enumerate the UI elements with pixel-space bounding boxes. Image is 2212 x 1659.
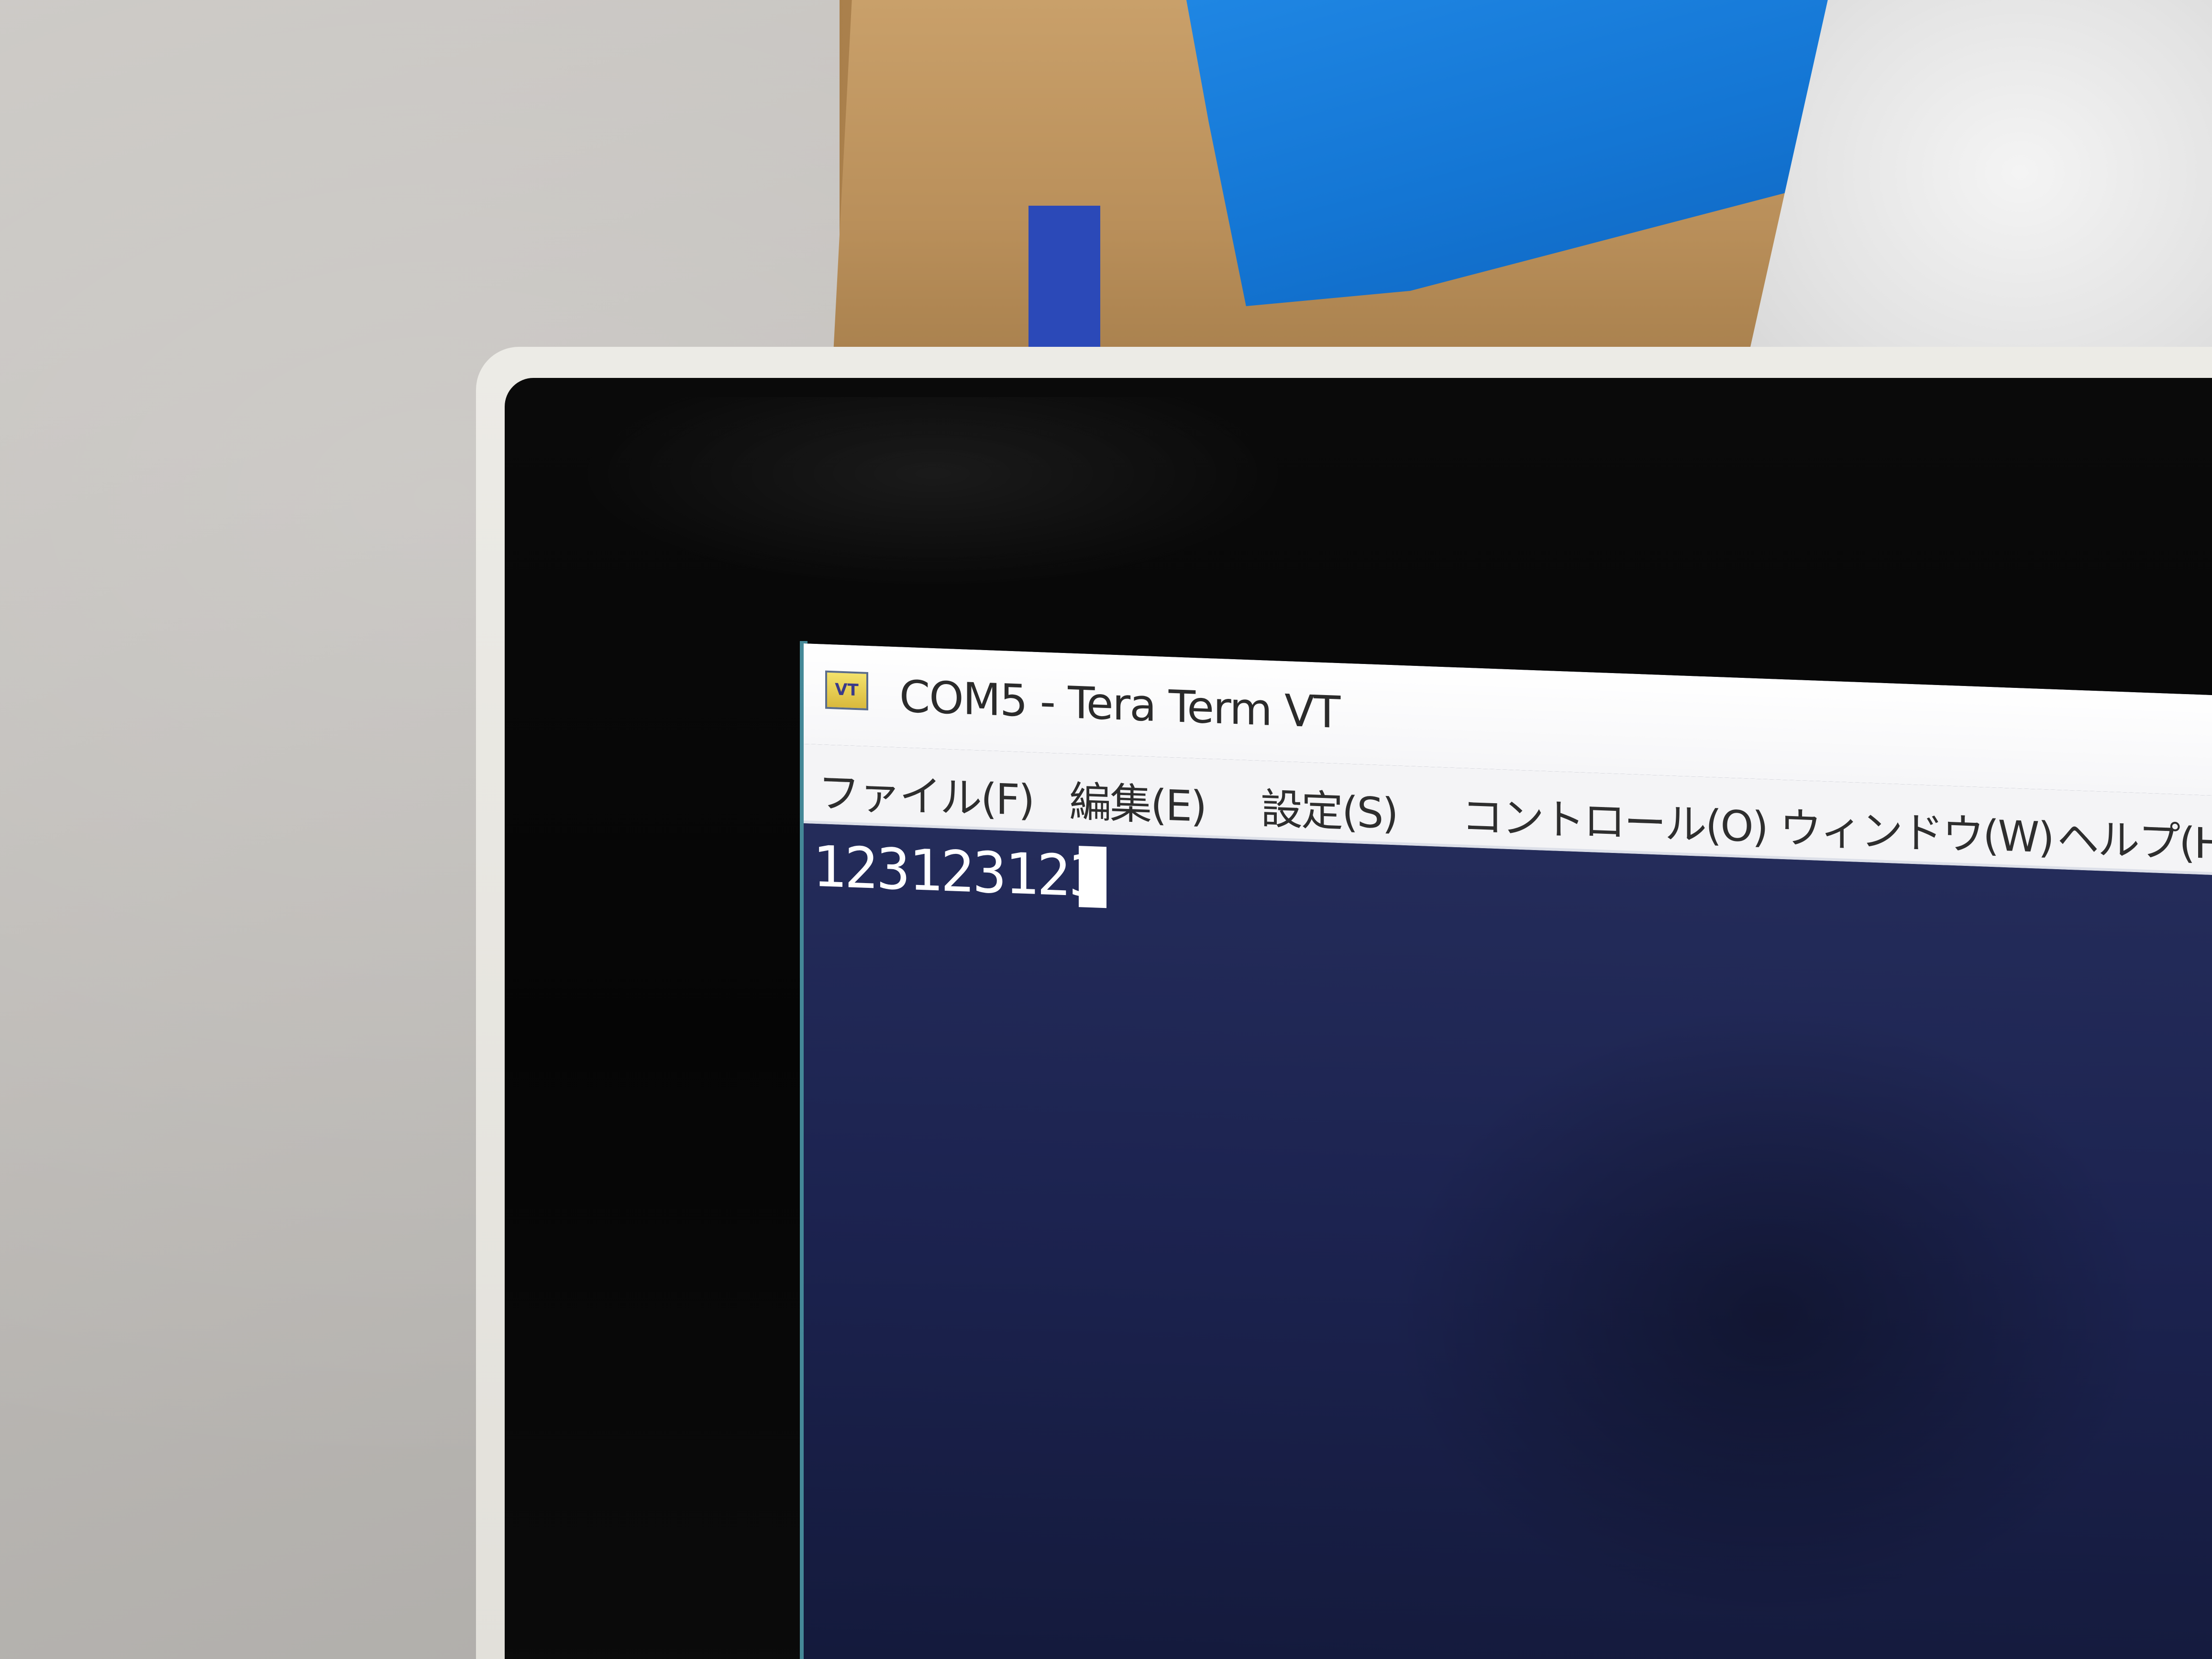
bezel-glare [574, 397, 1292, 588]
terminal-cursor [1079, 846, 1106, 908]
screen-reflection [1387, 1005, 2153, 1626]
menu-file[interactable]: ファイル(F) [818, 759, 1033, 828]
menu-help[interactable]: ヘルプ(H) [2057, 804, 2212, 872]
tera-term-app-icon[interactable]: VT [825, 670, 868, 710]
box-blue-stripe [1029, 206, 1100, 364]
terminal-output-line: 123123123 [812, 833, 1101, 910]
window-title: COM5 - Tera Term VT [899, 671, 1340, 739]
photo-scene: VT COM5 - Tera Term VT ファイル(F) 編集(E) 設定(… [0, 0, 2212, 1659]
menu-window[interactable]: ウィンドウ(W) [1780, 794, 2053, 865]
menu-settings[interactable]: 設定(S) [1261, 775, 1397, 841]
menu-control[interactable]: コントロール(O) [1461, 782, 1767, 854]
menu-edit[interactable]: 編集(E) [1069, 768, 1206, 833]
